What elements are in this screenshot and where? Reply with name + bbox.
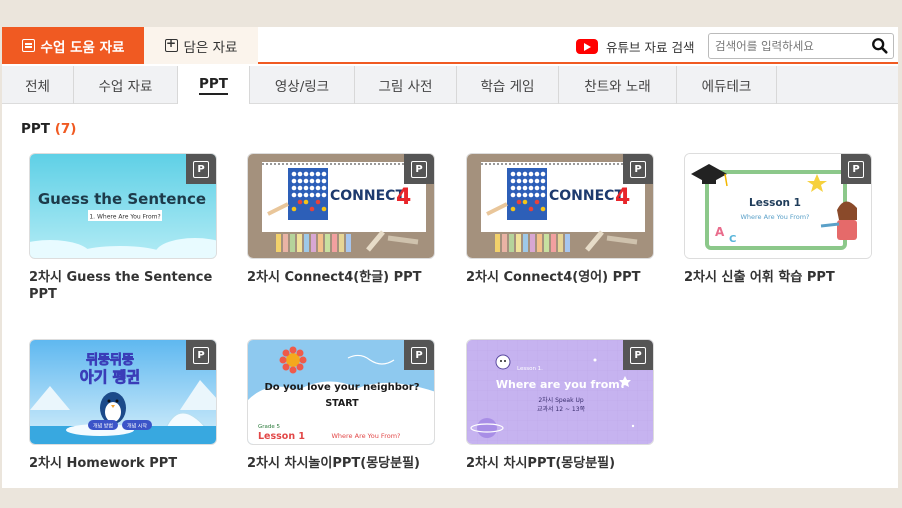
ppt-badge: P	[841, 154, 871, 184]
category-tabs: 전체 수업 자료 PPT 영상/링크 그림 사전 학습 게임 찬트와 노래 에듀…	[2, 66, 898, 104]
search-box	[708, 33, 894, 59]
tab-all[interactable]: 전체	[2, 66, 74, 104]
ppt-card[interactable]: CONNECT 4 P 2차시 Connect4(한글) PPT	[247, 153, 435, 286]
thumb-title: Where are you from?	[496, 378, 626, 391]
card-thumbnail[interactable]: Lesson 1. Where are you from? 2차시 Speak …	[466, 339, 654, 445]
card-title[interactable]: 2차시 차시PPT(몽당분필)	[466, 455, 654, 472]
thumb-lesson: Lesson 1.	[517, 366, 543, 372]
ppt-badge: P	[186, 340, 216, 370]
thumb-start: START	[325, 398, 359, 409]
thumb-title: 뒤뚱뒤뚱	[86, 353, 134, 368]
thumb-title-number: 4	[615, 185, 630, 210]
card-thumbnail[interactable]: 뒤뚱뒤뚱 아기 펭귄 개념 방법 개념 시작 P	[29, 339, 217, 445]
thumb-grade: Grade 5	[258, 424, 281, 430]
tab-saved-materials[interactable]: 담은 자료	[144, 27, 258, 64]
thumb-letter-a: A	[715, 225, 725, 239]
thumb-button-2: 개념 시작	[127, 423, 147, 430]
app-frame: 수업 도움 자료 담은 자료 유튜브 자료 검색 전체 수업 자료 PPT 영상…	[2, 27, 898, 488]
thumb-title: Do you love your neighbor?	[264, 382, 419, 393]
section-title: PPT (7)	[21, 121, 77, 137]
thumb-lesson: Lesson 1	[258, 431, 305, 442]
plus-box-icon	[164, 36, 178, 52]
thumb-title: Lesson 1	[749, 197, 801, 209]
top-bar: 수업 도움 자료 담은 자료 유튜브 자료 검색	[2, 27, 898, 64]
card-title[interactable]: 2차시 Connect4(한글) PPT	[247, 269, 435, 286]
ppt-badge: P	[186, 154, 216, 184]
list-icon	[21, 39, 35, 52]
ppt-badge: P	[404, 154, 434, 184]
tab-class-materials[interactable]: 수업 도움 자료	[2, 27, 144, 64]
search-input[interactable]	[709, 34, 859, 58]
thumb-title-number: 4	[396, 185, 411, 210]
ppt-card[interactable]: Guess the Sentence 1. Where Are You From…	[29, 153, 217, 303]
card-thumbnail[interactable]: Do you love your neighbor? START Grade 5…	[247, 339, 435, 445]
tab-learning-game[interactable]: 학습 게임	[457, 66, 559, 104]
youtube-search-link[interactable]: 유튜브 자료 검색	[576, 37, 694, 56]
thumb-title-2: 아기 펭귄	[80, 368, 140, 386]
thumb-title: CONNECT	[330, 188, 405, 204]
youtube-icon	[576, 39, 598, 54]
card-thumbnail[interactable]: CONNECT 4 P	[466, 153, 654, 259]
thumb-subtitle: 2차시 Speak Up	[538, 396, 584, 404]
thumb-subtitle: Where Are You From?	[331, 432, 400, 440]
thumb-letter-c: C	[729, 234, 736, 245]
card-title[interactable]: 2차시 신출 어휘 학습 PPT	[684, 269, 872, 286]
ppt-card[interactable]: Lesson 1. Where are you from? 2차시 Speak …	[466, 339, 654, 472]
ppt-badge: P	[623, 340, 653, 370]
card-title[interactable]: 2차시 Guess the Sentence PPT	[29, 269, 217, 303]
ppt-card[interactable]: Do you love your neighbor? START Grade 5…	[247, 339, 435, 472]
card-title[interactable]: 2차시 차시놀이PPT(몽당분필)	[247, 455, 435, 472]
ppt-badge: P	[623, 154, 653, 184]
tab-class-resources[interactable]: 수업 자료	[74, 66, 178, 104]
thumb-title: Guess the Sentence	[38, 190, 206, 208]
thumb-pages: 교과서 12 ~ 13쪽	[537, 405, 586, 413]
thumb-subtitle: Where Are You From?	[740, 213, 809, 221]
ppt-badge: P	[404, 340, 434, 370]
ppt-card[interactable]: CONNECT 4 P 2차시 Connect4(영어) PPT	[466, 153, 654, 286]
tab-ppt[interactable]: PPT	[178, 66, 250, 104]
result-count: (7)	[54, 121, 77, 137]
youtube-search-label: 유튜브 자료 검색	[606, 40, 695, 55]
card-thumbnail[interactable]: Lesson 1 Where Are You From? A C P	[684, 153, 872, 259]
thumb-title: CONNECT	[549, 188, 624, 204]
card-title[interactable]: 2차시 Connect4(영어) PPT	[466, 269, 654, 286]
card-title[interactable]: 2차시 Homework PPT	[29, 455, 217, 472]
card-thumbnail[interactable]: Guess the Sentence 1. Where Are You From…	[29, 153, 217, 259]
search-icon[interactable]	[871, 37, 889, 55]
tab-saved-materials-label: 담은 자료	[183, 39, 238, 56]
thumb-button-1: 개념 방법	[93, 423, 113, 430]
ppt-card[interactable]: Lesson 1 Where Are You From? A C P 2차시 신…	[684, 153, 872, 286]
ppt-card[interactable]: 뒤뚱뒤뚱 아기 펭귄 개념 방법 개념 시작 P 2차시 Homework PP…	[29, 339, 217, 472]
tab-edutech[interactable]: 에듀테크	[677, 66, 777, 104]
tab-chant-song[interactable]: 찬트와 노래	[559, 66, 677, 104]
tab-video-link[interactable]: 영상/링크	[250, 66, 355, 104]
card-thumbnail[interactable]: CONNECT 4 P	[247, 153, 435, 259]
thumb-subtitle: 1. Where Are You From?	[89, 214, 160, 221]
tab-picture-dictionary[interactable]: 그림 사전	[355, 66, 457, 104]
tab-class-materials-label: 수업 도움 자료	[40, 39, 125, 56]
